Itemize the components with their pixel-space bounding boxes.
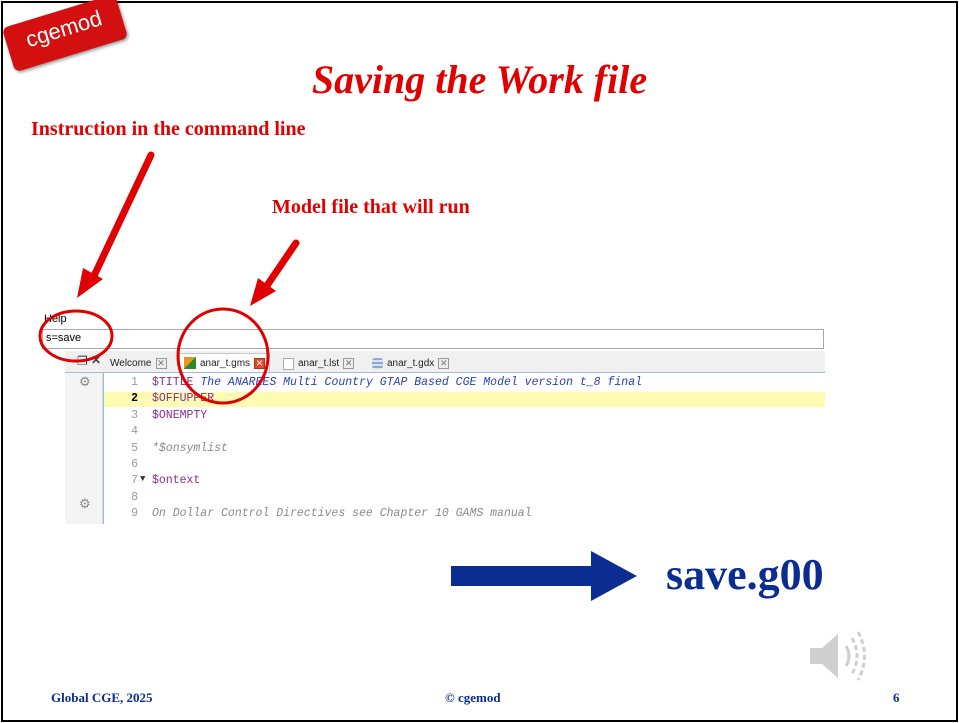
code-line: 6 <box>104 458 824 474</box>
line-number: 4 <box>131 425 138 439</box>
footer-course: Global CGE, 2025 <box>51 690 153 705</box>
line-number: 1 <box>131 376 138 389</box>
tab-label: anar_t.lst <box>298 358 340 369</box>
line-number: 3 <box>131 408 138 422</box>
code-text: $ontext <box>152 474 201 488</box>
gear-icon[interactable]: ⚙ <box>79 496 91 512</box>
code-line: 2 $OFFUPPER <box>104 392 824 408</box>
document-icon <box>283 357 294 370</box>
code-line: 4 <box>104 425 824 441</box>
code-text: *$onsymlist <box>152 441 228 455</box>
panel-controls: ❐ ✕ <box>65 353 103 371</box>
slide-title: Saving the Work file <box>311 57 648 102</box>
code-line: 7 ▼ $ontext <box>104 474 824 490</box>
output-filename: save.g00 <box>666 550 824 599</box>
line-number: 7 <box>131 474 138 488</box>
code-line: 1 $TITLE The ANARRES Multi Country GTAP B… <box>104 376 824 392</box>
line-number: 9 <box>131 507 138 521</box>
menu-help[interactable]: Help <box>44 313 67 325</box>
close-icon[interactable]: ✕ <box>91 353 101 368</box>
gear-icon[interactable]: ⚙ <box>79 374 91 390</box>
code-text: $ONEMPTY <box>152 408 208 422</box>
fold-toggle-icon[interactable]: ▼ <box>140 474 145 484</box>
close-tab-icon[interactable]: ✕ <box>438 358 450 369</box>
tab-welcome[interactable]: Welcome ✕ <box>110 355 167 372</box>
code-text: $OFFUPPER <box>152 392 215 406</box>
tab-label: anar_t.gms <box>200 357 251 369</box>
close-tab-icon[interactable]: ✕ <box>155 358 167 369</box>
code-line: 9 On Dollar Control Directives see Chapte… <box>104 507 824 523</box>
code-line: 8 <box>104 491 824 507</box>
restore-icon[interactable]: ❐ <box>77 354 88 369</box>
line-number: 5 <box>131 441 138 455</box>
code-line: 3 $ONEMPTY <box>104 409 824 425</box>
tab-anar-gdx[interactable]: anar_t.gdx ✕ <box>372 355 450 372</box>
code-line: 5 *$onsymlist <box>104 442 824 458</box>
speaker-icon[interactable] <box>808 628 872 684</box>
line-number: 2 <box>131 392 138 406</box>
tab-label: anar_t.gdx <box>387 358 435 369</box>
line-number: 8 <box>131 490 138 504</box>
annotation-command-line: Instruction in the command line <box>31 118 306 140</box>
gms-file-icon <box>184 357 196 369</box>
command-line-value: s=save <box>46 332 82 344</box>
page-number: 6 <box>893 690 900 705</box>
command-line-input[interactable] <box>42 329 824 349</box>
result-arrow-icon <box>451 551 637 601</box>
close-tab-icon[interactable]: ✕ <box>254 357 266 369</box>
code-text: $TITLE The ANARRES Multi Country GTAP Ba… <box>152 376 642 389</box>
line-number: 6 <box>131 458 138 471</box>
close-tab-icon[interactable]: ✕ <box>343 358 355 369</box>
annotation-model-file: Model file that will run <box>272 196 470 218</box>
footer-copyright: © cgemod <box>445 690 501 705</box>
tab-label: Welcome <box>110 358 152 369</box>
code-text: On Dollar Control Directives see Chapter… <box>152 507 532 521</box>
gdx-database-icon <box>372 358 383 369</box>
tab-anar-gms[interactable]: anar_t.gms ✕ <box>179 353 271 372</box>
tab-anar-lst[interactable]: anar_t.lst ✕ <box>283 355 355 372</box>
